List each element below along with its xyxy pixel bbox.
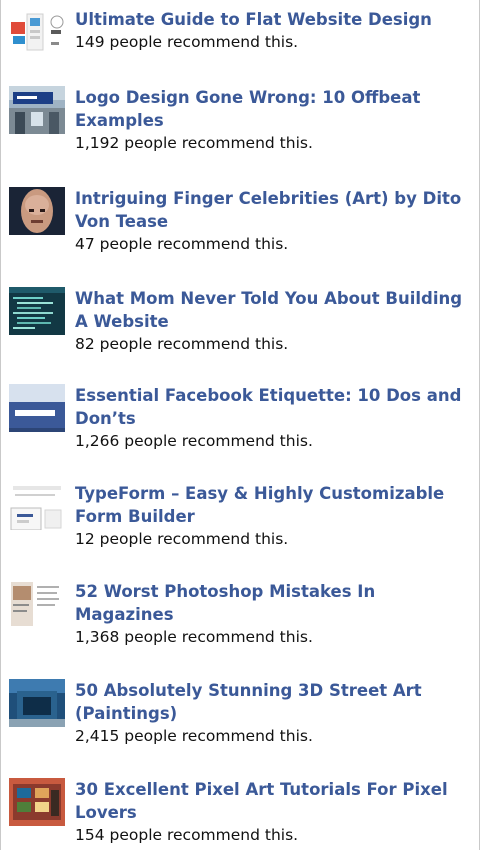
recommend-count: 82 people recommend this. [75, 335, 289, 353]
street-art-icon [9, 679, 65, 727]
recommend-count: 154 people recommend this. [75, 826, 299, 844]
list-item: Ultimate Guide to Flat Website Design 14… [9, 8, 479, 88]
finger-face-icon [9, 187, 65, 235]
pixel-art-icon [9, 778, 65, 826]
article-link[interactable]: Essential Facebook Etiquette: 10 Dos and… [75, 384, 479, 430]
code-screen-icon [9, 287, 65, 335]
list-item: Intriguing Finger Celebrities (Art) by D… [9, 187, 479, 267]
list-item: 52 Worst Photoshop Mistakes In Magazines… [9, 580, 479, 660]
recommend-count: 1,266 people recommend this. [75, 432, 313, 450]
list-item: TypeForm – Easy & Highly Customizable Fo… [9, 482, 479, 562]
magazine-icon [9, 580, 65, 628]
form-builder-thumbnail[interactable] [9, 482, 65, 530]
article-link[interactable]: 50 Absolutely Stunning 3D Street Art (Pa… [75, 679, 479, 725]
recommend-count: 1,368 people recommend this. [75, 628, 313, 646]
code-screen-thumbnail[interactable] [9, 287, 65, 335]
recommend-count: 149 people recommend this. [75, 33, 299, 51]
article-link[interactable]: 30 Excellent Pixel Art Tutorials For Pix… [75, 778, 479, 824]
storefront-icon [9, 86, 65, 134]
flat-design-icon [9, 8, 65, 56]
facebook-logo-icon [9, 384, 65, 432]
article-link[interactable]: 52 Worst Photoshop Mistakes In Magazines [75, 580, 479, 626]
form-builder-icon [9, 482, 65, 530]
article-link[interactable]: Ultimate Guide to Flat Website Design [75, 8, 479, 31]
flat-design-thumbnail[interactable] [9, 8, 65, 56]
pixel-art-thumbnail[interactable] [9, 778, 65, 826]
facebook-logo-thumbnail[interactable] [9, 384, 65, 432]
recommend-count: 2,415 people recommend this. [75, 727, 313, 745]
recommend-count: 47 people recommend this. [75, 235, 289, 253]
article-link[interactable]: Intriguing Finger Celebrities (Art) by D… [75, 187, 479, 233]
street-art-thumbnail[interactable] [9, 679, 65, 727]
list-item: 30 Excellent Pixel Art Tutorials For Pix… [9, 778, 479, 850]
list-item: 50 Absolutely Stunning 3D Street Art (Pa… [9, 679, 479, 759]
finger-face-thumbnail[interactable] [9, 187, 65, 235]
recommendations-widget: Ultimate Guide to Flat Website Design 14… [0, 0, 480, 850]
article-link[interactable]: What Mom Never Told You About Building A… [75, 287, 479, 333]
recommend-count: 12 people recommend this. [75, 530, 289, 548]
list-item: Logo Design Gone Wrong: 10 Offbeat Examp… [9, 86, 479, 166]
article-link[interactable]: Logo Design Gone Wrong: 10 Offbeat Examp… [75, 86, 479, 132]
recommend-count: 1,192 people recommend this. [75, 134, 313, 152]
magazine-thumbnail[interactable] [9, 580, 65, 628]
list-item: What Mom Never Told You About Building A… [9, 287, 479, 367]
article-link[interactable]: TypeForm – Easy & Highly Customizable Fo… [75, 482, 479, 528]
storefront-logo-thumbnail[interactable] [9, 86, 65, 134]
list-item: Essential Facebook Etiquette: 10 Dos and… [9, 384, 479, 464]
